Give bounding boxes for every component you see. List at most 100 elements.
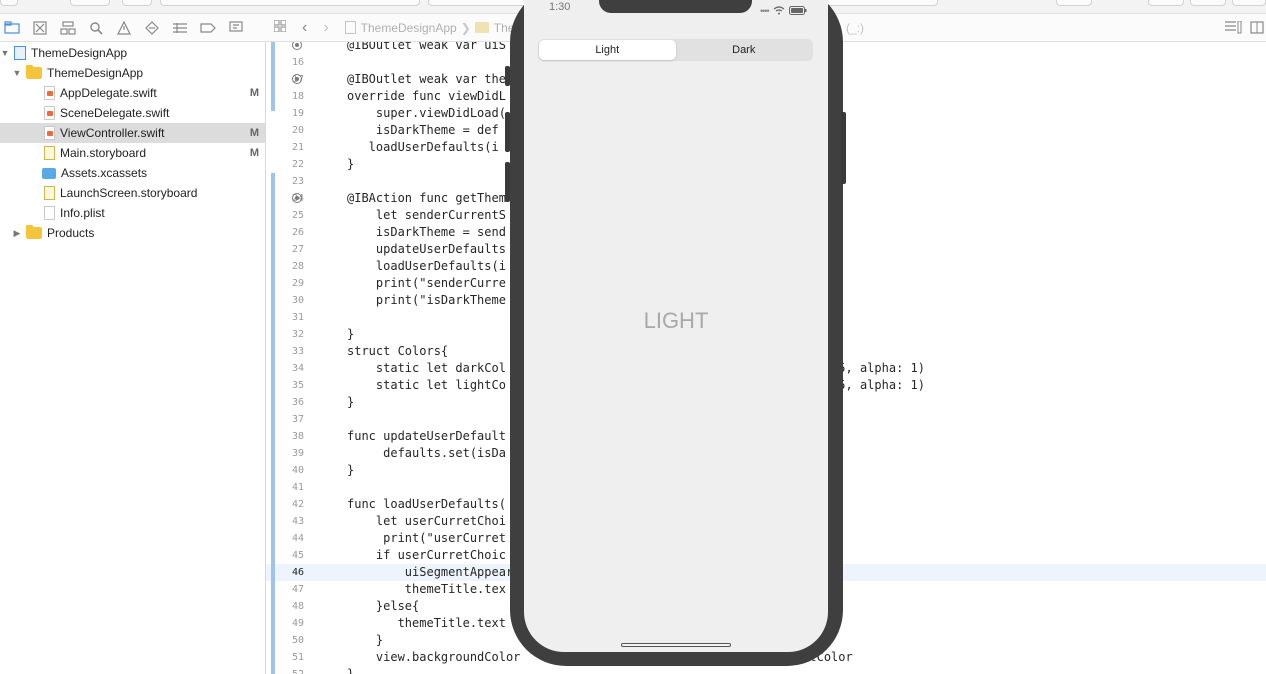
disclosure-triangle-icon[interactable]: ▼ bbox=[12, 68, 22, 78]
nav-item-label: AppDelegate.swift bbox=[60, 86, 157, 100]
code-text: updateUserDefaults bbox=[347, 242, 506, 256]
assets-catalog-icon bbox=[42, 167, 56, 179]
report-bubble-icon[interactable] bbox=[227, 19, 245, 37]
status-bar-icons: •••• bbox=[760, 2, 807, 20]
home-indicator[interactable] bbox=[621, 643, 731, 647]
breadcrumb-method[interactable]: (_:) bbox=[846, 21, 864, 35]
code-text: defaults.set(isDa bbox=[347, 446, 506, 460]
project-icon bbox=[14, 46, 26, 60]
code-text: if userCurretChoic bbox=[347, 548, 506, 562]
code-text: print("isDarkTheme bbox=[347, 293, 506, 307]
nav-item-project[interactable]: ▼ ThemeDesignApp bbox=[0, 43, 265, 63]
nav-item-label: ViewController.swift bbox=[60, 126, 165, 140]
code-text: struct Colors{ bbox=[347, 344, 449, 358]
battery-icon bbox=[788, 2, 807, 20]
related-items-grid-icon[interactable] bbox=[273, 19, 288, 35]
inspector-toggle-button[interactable] bbox=[1232, 0, 1266, 6]
code-text: } bbox=[347, 463, 355, 477]
code-text: override func viewDidL bbox=[347, 89, 506, 103]
warning-icon[interactable] bbox=[115, 19, 133, 37]
nav-item-infoplist[interactable]: Info.plist bbox=[0, 203, 265, 223]
close-button[interactable] bbox=[0, 0, 18, 6]
code-text: @IBOutlet weak var the bbox=[347, 72, 506, 86]
breakpoint-tag-icon[interactable] bbox=[199, 19, 217, 37]
code-text: isDarkTheme = send bbox=[347, 225, 506, 239]
wifi-icon bbox=[773, 2, 785, 20]
run-button[interactable] bbox=[70, 0, 110, 6]
add-editor-icon[interactable] bbox=[1250, 21, 1264, 37]
debug-list-icon[interactable] bbox=[171, 19, 189, 37]
nav-item-assets[interactable]: Assets.xcassets bbox=[0, 163, 265, 183]
source-change-bar[interactable] bbox=[271, 275, 275, 674]
volume-down-button bbox=[505, 162, 510, 202]
code-text: isDarkTheme = def bbox=[347, 123, 499, 137]
segment-dark[interactable]: Dark bbox=[676, 40, 813, 60]
swift-file-icon bbox=[44, 126, 55, 140]
breadcrumb-project[interactable]: ThemeDesignApp bbox=[361, 21, 457, 35]
folder-navigator-icon[interactable] bbox=[3, 19, 21, 37]
source-change-bar[interactable] bbox=[271, 42, 275, 111]
code-text: loadUserDefaults(i bbox=[347, 140, 499, 154]
code-text: } bbox=[347, 157, 355, 171]
code-text: @IBOutlet weak var uiS bbox=[347, 42, 506, 52]
swift-file-icon bbox=[44, 86, 55, 100]
code-text: } bbox=[347, 395, 355, 409]
nav-item-viewcontroller[interactable]: ViewController.swift M bbox=[0, 123, 265, 143]
navigator-selector-bar bbox=[0, 14, 266, 42]
stop-button[interactable] bbox=[122, 0, 152, 6]
code-text: print("senderCurre bbox=[347, 276, 506, 290]
code-line[interactable]: 52} bbox=[266, 666, 1266, 674]
folder-icon bbox=[474, 22, 489, 33]
nav-item-group[interactable]: ▼ ThemeDesignApp bbox=[0, 63, 265, 83]
code-text: print("userCurret bbox=[347, 531, 506, 545]
scheme-selector[interactable] bbox=[160, 0, 420, 6]
modified-badge: M bbox=[249, 127, 259, 139]
swift-file-icon bbox=[44, 106, 55, 120]
disclosure-triangle-collapsed-icon[interactable]: ▶ bbox=[12, 228, 22, 239]
mute-switch bbox=[505, 66, 510, 86]
outlet-connection-icon[interactable] bbox=[292, 74, 302, 84]
search-icon[interactable] bbox=[87, 19, 105, 37]
nav-item-label: Info.plist bbox=[60, 206, 105, 220]
storyboard-icon bbox=[44, 146, 55, 160]
modified-badge: M bbox=[249, 147, 259, 159]
editor-lines-icon[interactable] bbox=[1224, 20, 1242, 37]
symbol-navigator-icon[interactable] bbox=[59, 19, 77, 37]
code-text: @IBAction func getThem bbox=[347, 191, 506, 205]
breadcrumb[interactable]: ThemeDesignApp ❯ The bbox=[344, 21, 514, 35]
forward-chevron-icon[interactable]: › bbox=[323, 19, 328, 37]
power-button bbox=[841, 112, 846, 184]
code-text: func loadUserDefaults( bbox=[347, 497, 506, 511]
code-text: } bbox=[347, 633, 384, 647]
outlet-connection-icon[interactable] bbox=[292, 193, 302, 203]
disclosure-triangle-icon[interactable]: ▼ bbox=[0, 48, 10, 58]
source-control-icon[interactable] bbox=[31, 19, 49, 37]
volume-up-button bbox=[505, 112, 510, 152]
line-number: 20 bbox=[291, 125, 304, 136]
storyboard-icon bbox=[44, 186, 55, 200]
code-text: }else{ bbox=[347, 599, 420, 613]
line-number: 21 bbox=[291, 142, 304, 153]
code-text: } bbox=[347, 327, 355, 341]
theme-segmented-control[interactable]: Light Dark bbox=[538, 39, 813, 61]
nav-item-launchscreen[interactable]: LaunchScreen.storyboard bbox=[0, 183, 265, 203]
nav-item-main-storyboard[interactable]: Main.storyboard M bbox=[0, 143, 265, 163]
code-text: uiSegmentAppear bbox=[347, 565, 514, 579]
outlet-connection-icon[interactable] bbox=[292, 42, 302, 50]
code-text: super.viewDidLoad( bbox=[347, 106, 506, 120]
nav-item-label: Products bbox=[47, 226, 95, 240]
nav-item-appdelegate[interactable]: AppDelegate.swift M bbox=[0, 83, 265, 103]
device-notch bbox=[599, 0, 752, 13]
library-button[interactable] bbox=[1056, 0, 1092, 6]
nav-item-products[interactable]: ▶ Products bbox=[0, 223, 265, 243]
theme-title-label: LIGHT bbox=[643, 308, 709, 333]
back-chevron-icon[interactable]: ‹ bbox=[302, 19, 307, 37]
code-text: loadUserDefaults(i bbox=[347, 259, 506, 273]
code-text: let userCurretChoi bbox=[347, 514, 506, 528]
segment-light[interactable]: Light bbox=[539, 40, 676, 60]
test-diamond-icon[interactable] bbox=[143, 19, 161, 37]
nav-item-label: Main.storyboard bbox=[60, 146, 147, 160]
editor-options-button[interactable] bbox=[1148, 0, 1184, 6]
nav-item-scenedelegate[interactable]: SceneDelegate.swift bbox=[0, 103, 265, 123]
assistant-button[interactable] bbox=[1190, 0, 1226, 6]
